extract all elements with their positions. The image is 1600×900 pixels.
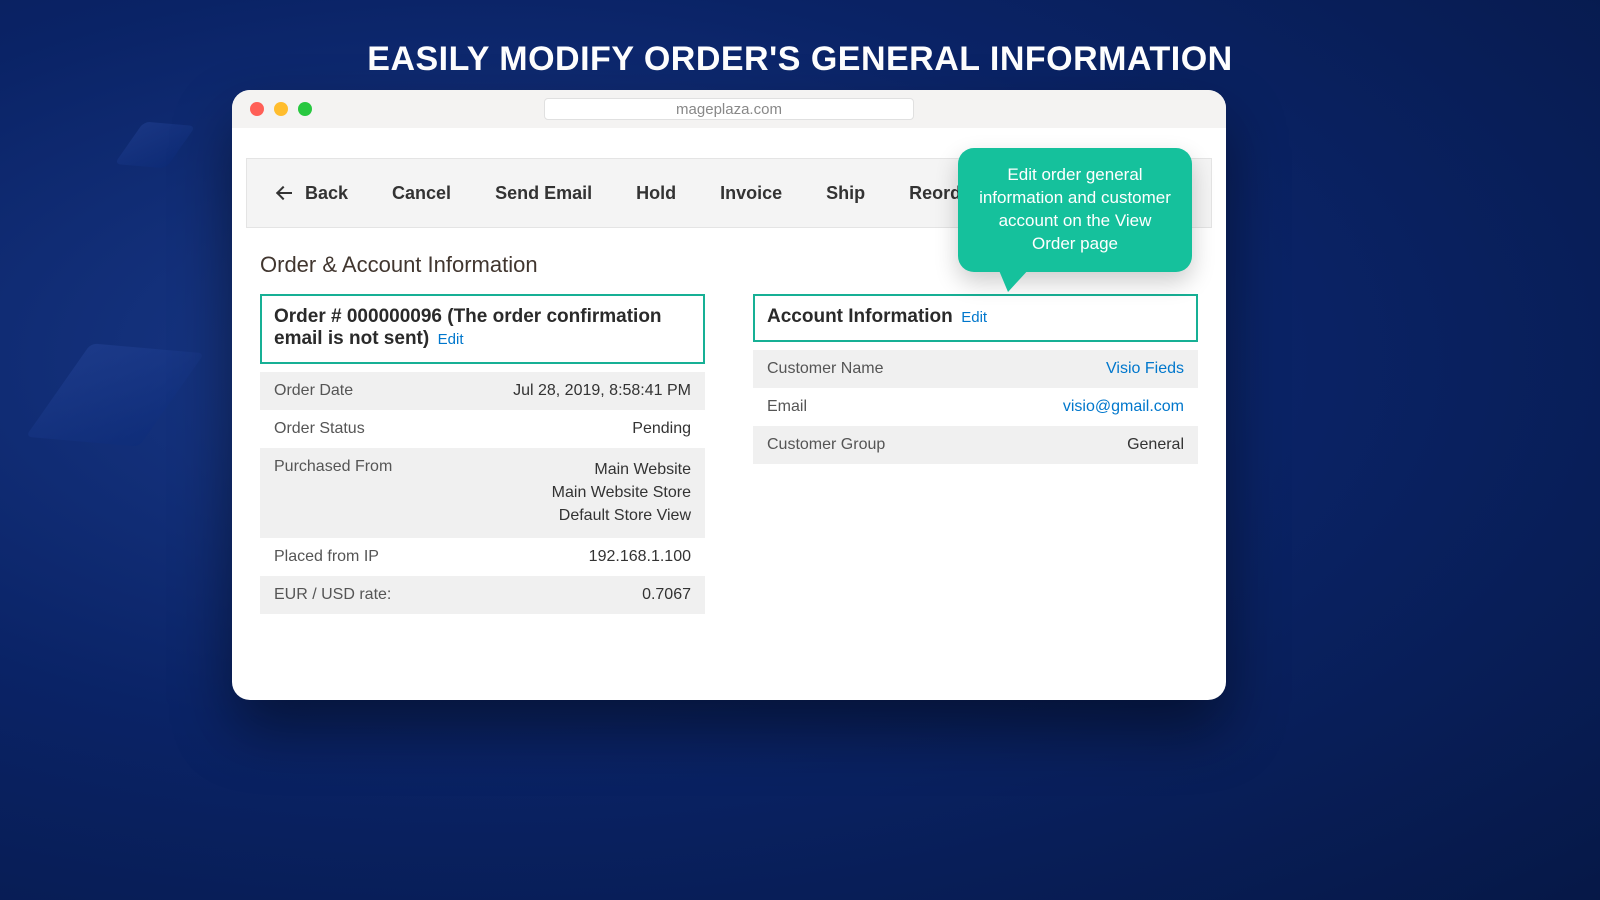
order-status-label: Order Status xyxy=(274,420,365,438)
table-row: Email visio@gmail.com xyxy=(753,388,1198,426)
order-date-label: Order Date xyxy=(274,382,353,400)
purchased-from-label: Purchased From xyxy=(274,458,392,528)
table-row: EUR / USD rate: 0.7067 xyxy=(260,576,705,614)
hold-button[interactable]: Hold xyxy=(636,183,676,204)
send-email-button[interactable]: Send Email xyxy=(495,183,592,204)
order-status-value: Pending xyxy=(632,420,691,438)
callout-tooltip: Edit order general information and custo… xyxy=(958,148,1192,272)
close-icon[interactable] xyxy=(250,102,264,116)
placed-ip-value: 192.168.1.100 xyxy=(589,548,691,566)
customer-name-value[interactable]: Visio Fieds xyxy=(1106,360,1184,378)
back-button[interactable]: Back xyxy=(277,183,348,204)
table-row: Customer Name Visio Fieds xyxy=(753,350,1198,388)
account-title: Account Information xyxy=(767,306,953,327)
account-info-column: Account Information Edit Customer Name V… xyxy=(753,294,1198,614)
browser-chrome: mageplaza.com xyxy=(232,90,1226,128)
arrow-left-icon xyxy=(277,184,295,202)
exchange-rate-label: EUR / USD rate: xyxy=(274,586,391,604)
order-date-value: Jul 28, 2019, 8:58:41 PM xyxy=(513,382,691,400)
minimize-icon[interactable] xyxy=(274,102,288,116)
table-row: Order Date Jul 28, 2019, 8:58:41 PM xyxy=(260,372,705,410)
maximize-icon[interactable] xyxy=(298,102,312,116)
table-row: Purchased From Main WebsiteMain Website … xyxy=(260,448,705,538)
table-row: Placed from IP 192.168.1.100 xyxy=(260,538,705,576)
order-info-table: Order Date Jul 28, 2019, 8:58:41 PM Orde… xyxy=(260,372,705,614)
ship-button[interactable]: Ship xyxy=(826,183,865,204)
table-row: Customer Group General xyxy=(753,426,1198,464)
customer-email-value[interactable]: visio@gmail.com xyxy=(1063,398,1184,416)
cancel-button[interactable]: Cancel xyxy=(392,183,451,204)
browser-window: mageplaza.com Back Cancel Send Email Hol… xyxy=(232,90,1226,700)
page-title: EASILY MODIFY ORDER'S GENERAL INFORMATIO… xyxy=(0,0,1600,79)
back-label: Back xyxy=(305,183,348,204)
purchased-from-value: Main WebsiteMain Website StoreDefault St… xyxy=(552,458,691,528)
customer-email-label: Email xyxy=(767,398,807,416)
exchange-rate-value: 0.7067 xyxy=(642,586,691,604)
placed-ip-label: Placed from IP xyxy=(274,548,379,566)
order-info-header: Order # 000000096 (The order confirmatio… xyxy=(260,294,705,364)
edit-order-link[interactable]: Edit xyxy=(438,331,464,348)
address-bar[interactable]: mageplaza.com xyxy=(544,98,914,120)
customer-group-label: Customer Group xyxy=(767,436,885,454)
edit-account-link[interactable]: Edit xyxy=(961,309,987,326)
customer-name-label: Customer Name xyxy=(767,360,883,378)
account-info-table: Customer Name Visio Fieds Email visio@gm… xyxy=(753,350,1198,464)
account-info-header: Account Information Edit xyxy=(753,294,1198,342)
customer-group-value: General xyxy=(1127,436,1184,454)
order-info-column: Order # 000000096 (The order confirmatio… xyxy=(260,294,705,614)
invoice-button[interactable]: Invoice xyxy=(720,183,782,204)
table-row: Order Status Pending xyxy=(260,410,705,448)
order-title: Order # 000000096 (The order confirmatio… xyxy=(274,306,662,349)
